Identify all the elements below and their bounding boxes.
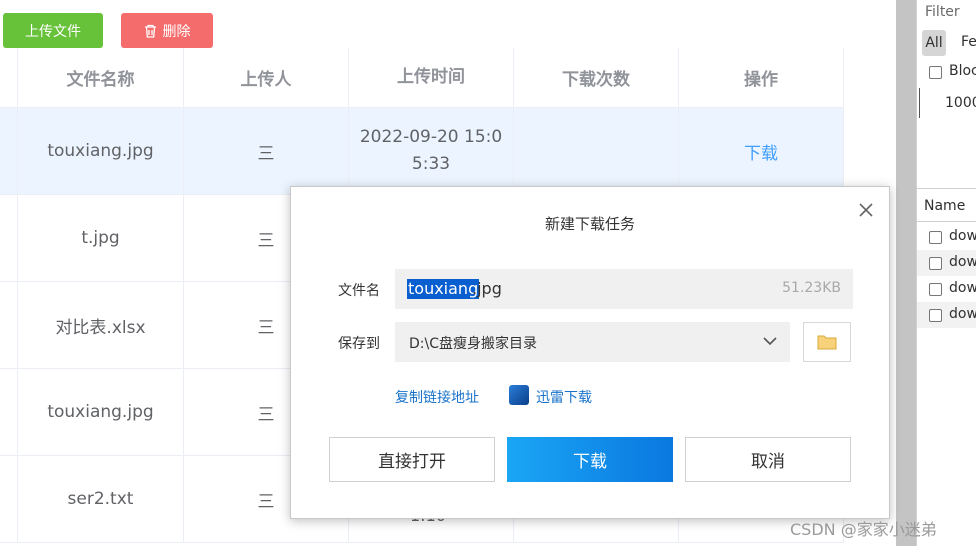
scrollbar[interactable] bbox=[896, 0, 916, 546]
request-row[interactable]: dow bbox=[917, 224, 976, 250]
copy-link-address[interactable]: 复制链接地址 bbox=[395, 387, 479, 407]
chevron-down-icon bbox=[763, 337, 777, 346]
filename-label: 文件名 bbox=[338, 283, 380, 299]
request-row[interactable]: dow bbox=[917, 276, 976, 302]
request-row[interactable]: dow bbox=[917, 250, 976, 276]
thunder-icon bbox=[509, 385, 529, 405]
file-size: 51.23KB bbox=[782, 280, 841, 296]
upload-file-button[interactable]: 上传文件 bbox=[3, 13, 103, 48]
timeline-tick: 1000 bbox=[945, 95, 976, 111]
col-filename: 文件名称 bbox=[18, 48, 184, 107]
cell-filename: t.jpg bbox=[18, 195, 184, 281]
table-row[interactable]: touxiang.jpg 三 2022-09-20 15:0 5:33 下载 bbox=[0, 108, 844, 195]
dialog-title: 新建下载任务 bbox=[544, 215, 635, 233]
saveto-label: 保存到 bbox=[338, 336, 380, 352]
cell-filename: ser2.txt bbox=[18, 456, 184, 542]
col-download-count: 下载次数 bbox=[514, 48, 679, 107]
devtools-network-panel: Filter All Fe Bloc 1000 Name dow dow dow… bbox=[916, 0, 976, 546]
filter-fetch-chip[interactable]: Fe bbox=[961, 34, 976, 50]
col-upload-time: 上传时间 bbox=[349, 48, 514, 107]
request-row[interactable]: dow bbox=[917, 302, 976, 328]
download-link[interactable]: 下载 bbox=[744, 139, 778, 164]
col-uploader: 上传人 bbox=[184, 48, 349, 107]
download-button[interactable]: 下载 bbox=[507, 437, 673, 482]
cell-upload-time: 2022-09-20 15:0 5:33 bbox=[349, 108, 514, 194]
trash-icon bbox=[144, 24, 156, 38]
cell-filename: 对比表.xlsx bbox=[18, 282, 184, 368]
close-icon[interactable] bbox=[857, 201, 875, 219]
cancel-button[interactable]: 取消 bbox=[685, 437, 851, 482]
watermark: CSDN @家家小迷弟 bbox=[790, 520, 937, 539]
delete-button[interactable]: 删除 bbox=[121, 13, 213, 48]
save-path-select[interactable]: D:\C盘瘦身搬家目录 bbox=[395, 322, 790, 362]
cell-filename: touxiang.jpg bbox=[18, 369, 184, 455]
name-column-header[interactable]: Name bbox=[917, 188, 976, 222]
browse-folder-button[interactable] bbox=[803, 322, 851, 362]
filter-input[interactable]: Filter bbox=[925, 4, 960, 20]
table-header: 文件名称 上传人 上传时间 下载次数 操作 bbox=[0, 48, 844, 108]
new-download-dialog: 新建下载任务 文件名 touxiang .jpg 51.23KB 保存到 D:\… bbox=[290, 186, 890, 519]
filter-all-chip[interactable]: All bbox=[922, 30, 946, 56]
filename-extension: .jpg bbox=[472, 279, 502, 298]
col-actions: 操作 bbox=[679, 48, 844, 107]
filename-input[interactable]: touxiang .jpg 51.23KB bbox=[395, 269, 853, 309]
block-checkbox[interactable] bbox=[929, 66, 942, 79]
block-label: Bloc bbox=[949, 63, 976, 79]
filename-selected-text: touxiang bbox=[407, 279, 480, 299]
delete-label: 删除 bbox=[162, 23, 191, 40]
cell-filename: touxiang.jpg bbox=[18, 108, 184, 194]
folder-icon bbox=[817, 335, 837, 350]
save-path-value: D:\C盘瘦身搬家目录 bbox=[409, 336, 537, 352]
cell-download-count bbox=[514, 108, 679, 194]
open-directly-button[interactable]: 直接打开 bbox=[329, 437, 495, 482]
cell-uploader: 三 bbox=[184, 108, 349, 194]
thunder-download-link[interactable]: 迅雷下载 bbox=[536, 387, 592, 407]
